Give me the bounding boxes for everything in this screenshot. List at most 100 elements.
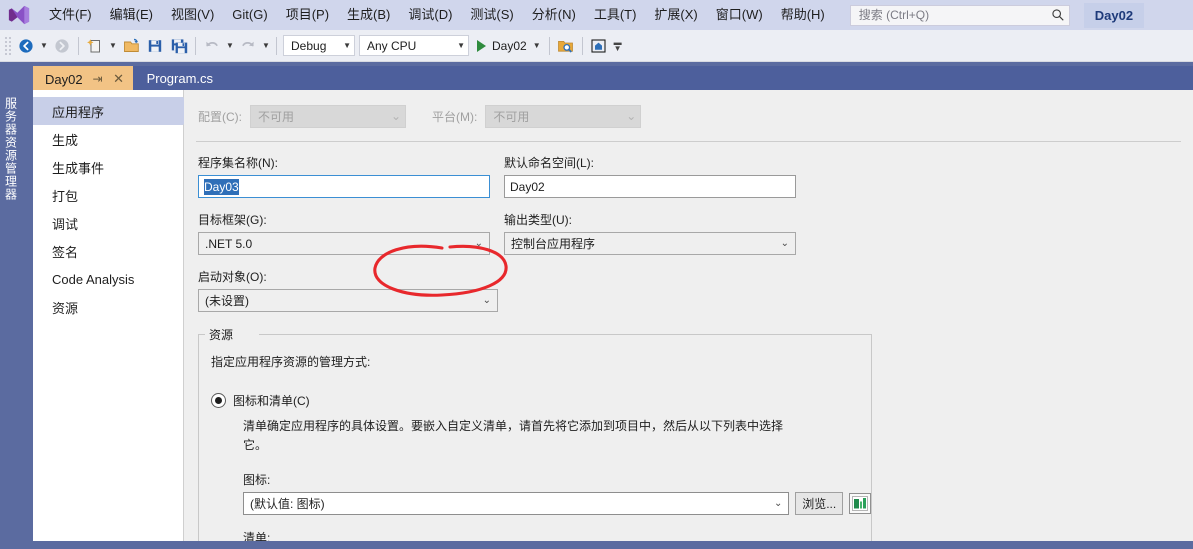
application-settings-pane: 配置(C): 不可用 ⌄ 平台(M): 不可用 ⌄ 程序集名称(N): Day0… bbox=[184, 90, 1193, 541]
redo-dropdown-icon[interactable]: ▼ bbox=[260, 34, 272, 58]
select-startup-item-icon[interactable] bbox=[554, 34, 578, 58]
assembly-name-input[interactable]: Day03 bbox=[198, 175, 490, 198]
solution-platform-combo[interactable]: Any CPU ▼ bbox=[359, 35, 469, 56]
visual-studio-logo-icon bbox=[6, 2, 32, 28]
sidebar-item-resources[interactable]: 资源 bbox=[33, 293, 183, 321]
undo-dropdown-icon[interactable]: ▼ bbox=[224, 34, 236, 58]
assembly-name-label: 程序集名称(N): bbox=[198, 156, 278, 170]
output-type-combo[interactable]: 控制台应用程序 ⌄ bbox=[504, 232, 796, 255]
application-fields: 程序集名称(N): Day03 目标框架(G): .NET 5.0 ⌄ 默认命名… bbox=[184, 142, 1193, 312]
chevron-down-icon: ▼ bbox=[457, 41, 465, 50]
menu-item-window[interactable]: 窗口(W) bbox=[707, 3, 772, 27]
home-frame-icon[interactable] bbox=[587, 34, 611, 58]
redo-icon[interactable] bbox=[236, 34, 260, 58]
chevron-down-icon: ▼ bbox=[343, 41, 351, 50]
toolbar-overflow-icon[interactable]: ▬ ▼ bbox=[611, 34, 625, 58]
sidebar-item-label: 打包 bbox=[52, 188, 79, 204]
sidebar-item-label: 调试 bbox=[52, 216, 79, 232]
chevron-down-icon: ⌄ bbox=[482, 295, 491, 306]
sidebar-item-build-events[interactable]: 生成事件 bbox=[33, 153, 183, 181]
new-project-icon[interactable] bbox=[83, 34, 107, 58]
save-all-icon[interactable] bbox=[167, 34, 191, 58]
navigate-backward-icon[interactable] bbox=[14, 34, 38, 58]
toolbar-separator bbox=[195, 36, 196, 55]
radio-selected-icon bbox=[211, 393, 226, 408]
target-framework-combo[interactable]: .NET 5.0 ⌄ bbox=[198, 232, 490, 255]
project-properties-designer: 应用程序 生成 生成事件 打包 调试 签名 Code Analysis 资源 配… bbox=[33, 90, 1193, 541]
tab-program-cs[interactable]: Program.cs bbox=[132, 66, 228, 90]
menu-item-analyze[interactable]: 分析(N) bbox=[523, 3, 585, 27]
startup-object-label: 启动对象(O): bbox=[198, 270, 267, 284]
menu-item-git[interactable]: Git(G) bbox=[223, 3, 276, 27]
sidebar-item-debug[interactable]: 调试 bbox=[33, 209, 183, 237]
platform-value: 不可用 bbox=[493, 109, 530, 124]
default-namespace-label: 默认命名空间(L): bbox=[504, 156, 595, 170]
sidebar-item-package[interactable]: 打包 bbox=[33, 181, 183, 209]
solution-configuration-combo[interactable]: Debug ▼ bbox=[283, 35, 355, 56]
sidebar-item-code-analysis[interactable]: Code Analysis bbox=[33, 265, 183, 293]
document-tabstrip: Day02 ⇥ ✕ Program.cs bbox=[33, 66, 1193, 90]
icon-label: 图标: bbox=[243, 473, 271, 487]
toolbar-separator bbox=[276, 36, 277, 55]
new-project-dropdown-icon[interactable]: ▼ bbox=[107, 34, 119, 58]
menu-item-view[interactable]: 视图(V) bbox=[162, 3, 223, 27]
toolbar-separator bbox=[581, 36, 583, 55]
sidebar-item-label: 生成事件 bbox=[52, 160, 105, 176]
startup-object-combo[interactable]: (未设置) ⌄ bbox=[198, 289, 498, 312]
global-search-box[interactable] bbox=[849, 4, 1070, 26]
radio-icon-and-manifest[interactable]: 图标和清单(C) bbox=[211, 392, 871, 409]
sidebar-tab-server-explorer[interactable]: 服务器资源管理器 bbox=[0, 66, 22, 232]
target-framework-label: 目标框架(G): bbox=[198, 213, 267, 227]
save-icon[interactable] bbox=[143, 34, 167, 58]
active-project-chip[interactable]: Day02 bbox=[1083, 2, 1145, 28]
chevron-down-icon: ⌄ bbox=[390, 109, 401, 123]
menu-item-debug[interactable]: 调试(D) bbox=[399, 3, 461, 27]
sidebar-item-label: 签名 bbox=[52, 244, 79, 260]
play-triangle-icon bbox=[477, 39, 486, 52]
target-framework-value: .NET 5.0 bbox=[205, 236, 253, 251]
menu-item-build[interactable]: 生成(B) bbox=[338, 3, 399, 27]
navigate-backward-dropdown-icon[interactable]: ▼ bbox=[38, 34, 50, 58]
toolbar-separator bbox=[78, 36, 79, 55]
pin-icon[interactable]: ⇥ bbox=[92, 72, 104, 86]
toolbar-grip[interactable] bbox=[4, 35, 12, 56]
solution-platform-value: Any CPU bbox=[367, 38, 417, 53]
icon-manifest-help-text: 清单确定应用程序的具体设置。要嵌入自定义清单，请首先将它添加到项目中，然后从以下… bbox=[243, 419, 784, 452]
sidebar-item-label: Code Analysis bbox=[52, 271, 135, 287]
menu-item-extensions[interactable]: 扩展(X) bbox=[645, 3, 706, 27]
tab-day02[interactable]: Day02 ⇥ ✕ bbox=[33, 66, 133, 90]
default-namespace-input[interactable]: Day02 bbox=[504, 175, 796, 198]
close-icon[interactable]: ✕ bbox=[113, 71, 125, 87]
menu-item-edit[interactable]: 编辑(E) bbox=[101, 3, 162, 27]
chevron-down-icon: ⌄ bbox=[780, 238, 789, 249]
output-type-label: 输出类型(U): bbox=[504, 213, 572, 227]
assembly-name-value: Day03 bbox=[204, 178, 239, 195]
output-type-value: 控制台应用程序 bbox=[511, 237, 596, 251]
property-page-nav: 应用程序 生成 生成事件 打包 调试 签名 Code Analysis 资源 bbox=[33, 90, 193, 541]
resources-group-title: 资源 bbox=[205, 326, 238, 343]
sidebar-item-application[interactable]: 应用程序 bbox=[33, 97, 193, 125]
platform-combo: 不可用 ⌄ bbox=[485, 104, 642, 128]
standard-toolbar: ▼ ▼ ▼ ▼ Debug ▼ Any CPU ▼ Day02 ▼ ▬ ▼ bbox=[0, 30, 1193, 62]
platform-label: 平台(M): bbox=[432, 109, 478, 124]
start-debugging-button[interactable]: Day02 ▼ bbox=[471, 34, 545, 58]
icon-value: (默认值: 图标) bbox=[250, 497, 325, 511]
navigate-forward-icon[interactable] bbox=[50, 34, 74, 58]
sidebar-item-build[interactable]: 生成 bbox=[33, 125, 183, 153]
sidebar-item-signing[interactable]: 签名 bbox=[33, 237, 183, 265]
search-input[interactable] bbox=[856, 7, 1051, 23]
undo-icon[interactable] bbox=[200, 34, 224, 58]
icon-combo[interactable]: (默认值: 图标) ⌄ bbox=[243, 492, 790, 515]
menu-item-tools[interactable]: 工具(T) bbox=[585, 3, 646, 27]
workspace: 服务器资源管理器 Day02 ⇥ ✕ Program.cs 应用程序 生成 生成… bbox=[0, 62, 1193, 549]
icon-preview-thumbnail bbox=[849, 493, 871, 514]
browse-button[interactable]: 浏览... bbox=[795, 492, 844, 515]
menu-item-project[interactable]: 项目(P) bbox=[277, 3, 338, 27]
default-namespace-value: Day02 bbox=[510, 179, 545, 194]
menu-item-test[interactable]: 测试(S) bbox=[461, 3, 522, 27]
solution-configuration-value: Debug bbox=[291, 38, 327, 53]
menu-item-help[interactable]: 帮助(H) bbox=[772, 3, 834, 27]
start-target-label: Day02 bbox=[492, 38, 527, 53]
open-file-icon[interactable] bbox=[119, 34, 143, 58]
menu-item-file[interactable]: 文件(F) bbox=[40, 3, 101, 27]
